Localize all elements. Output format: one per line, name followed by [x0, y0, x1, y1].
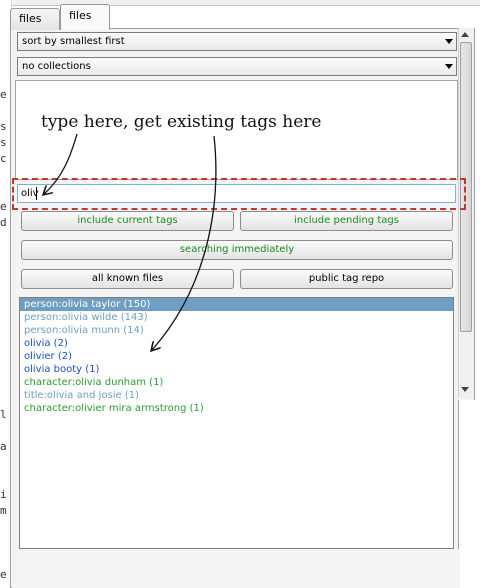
edge-glyph: e: [0, 200, 7, 213]
tab-files[interactable]: files: [10, 8, 60, 30]
edge-glyph: s: [0, 136, 7, 149]
include-current-tags-button[interactable]: include current tags: [21, 211, 234, 231]
annotation-label: type here, get existing tags here: [41, 112, 322, 132]
tag-result-item[interactable]: character:olivier mira armstrong (1): [20, 402, 453, 415]
media-area-edge: [458, 400, 475, 588]
edge-glyph: e: [0, 88, 7, 101]
panel-bottom-strip: [12, 549, 460, 588]
sort-dropdown-value: sort by smallest first: [22, 36, 125, 47]
edge-glyph: i: [0, 488, 7, 501]
edge-glyph: l: [0, 408, 7, 421]
tag-result-item[interactable]: title:olivia and josie (1): [20, 389, 453, 402]
tag-result-item[interactable]: person:olivia wilde (143): [20, 311, 453, 324]
tag-result-item[interactable]: olivia (2): [20, 337, 453, 350]
chevron-down-icon: [445, 64, 453, 69]
tag-result-item[interactable]: olivier (2): [20, 350, 453, 363]
file-domain-button[interactable]: all known files: [21, 269, 234, 289]
collections-dropdown[interactable]: no collections: [17, 57, 457, 76]
edge-glyph: d: [0, 216, 7, 229]
tag-result-item[interactable]: person:olivia taylor (150): [20, 298, 453, 311]
edge-glyph: m: [0, 504, 7, 517]
tag-results-list[interactable]: person:olivia taylor (150) person:olivia…: [19, 297, 454, 549]
triangle-up-icon[interactable]: [461, 32, 469, 37]
triangle-down-icon[interactable]: [461, 387, 469, 392]
tag-result-item[interactable]: olivia booty (1): [20, 363, 453, 376]
tag-result-item[interactable]: character:olivia dunham (1): [20, 376, 453, 389]
input-highlight-box: [12, 178, 466, 210]
sort-dropdown[interactable]: sort by smallest first: [17, 32, 457, 51]
edge-glyph: a: [0, 440, 7, 453]
tag-service-button[interactable]: public tag repo: [240, 269, 453, 289]
tab-files-active[interactable]: files: [60, 4, 110, 30]
searching-immediately-button[interactable]: searching immediately: [21, 240, 453, 260]
collections-dropdown-value: no collections: [22, 61, 91, 72]
tag-result-item[interactable]: person:olivia munn (14): [20, 324, 453, 337]
edge-glyph: c: [0, 152, 7, 165]
edge-glyph: e: [0, 568, 7, 581]
include-pending-tags-button[interactable]: include pending tags: [240, 211, 453, 231]
chevron-down-icon: [445, 39, 453, 44]
edge-glyph: s: [0, 120, 7, 133]
